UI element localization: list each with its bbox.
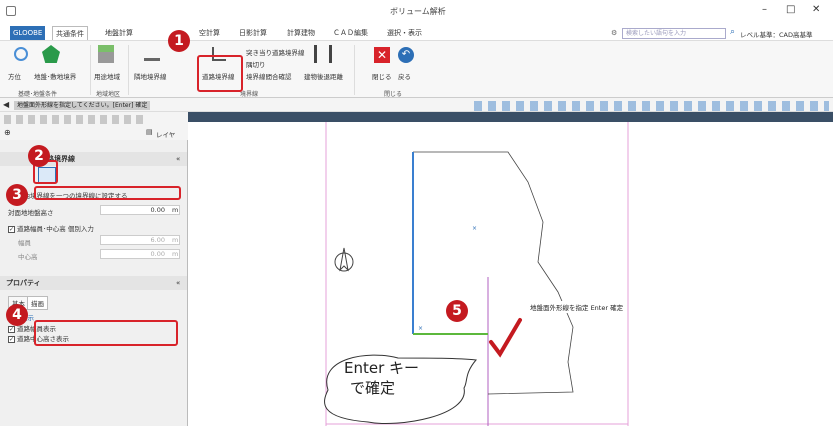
opposite-height-label: 対面地地盤高さ	[8, 209, 54, 217]
vertex-marker: ×	[418, 325, 423, 332]
usage-zone-button[interactable]: 用途地域	[94, 71, 120, 81]
usage-zone-icon	[98, 45, 114, 63]
road-width-checkbox[interactable]: ✓	[8, 325, 15, 333]
direction-button[interactable]: 方位	[8, 71, 21, 81]
step-2-badge: 2	[28, 145, 50, 167]
maximize-button[interactable]: □	[786, 4, 795, 15]
back-arrow-icon[interactable]: ◀	[3, 100, 9, 109]
snap-icon[interactable]: ⊕	[4, 128, 11, 137]
opposite-height-field[interactable]: 0.00	[100, 205, 180, 215]
callout-line1: Enter キー	[344, 359, 420, 377]
drawing-svg: × ×	[324, 122, 629, 426]
compass-icon	[14, 47, 28, 61]
adjacent-boundary-icon	[144, 49, 160, 61]
tab-select-view[interactable]: 選択・表示	[384, 26, 425, 40]
highlight-display-options	[34, 320, 178, 346]
center-height-field[interactable]: 0.00	[100, 249, 180, 259]
adjacent-boundary-button[interactable]: 隣地境界線	[134, 71, 167, 81]
tab-sky-calc[interactable]: 空計算	[196, 26, 223, 40]
left-pane: 道路境界線 « ✓曲曲境界線を一つの境界線に設定する 対面地地盤高さ 0.00 …	[0, 140, 188, 426]
setback-distance-button[interactable]: 建物後退距離	[304, 71, 343, 81]
step-1-badge: 1	[168, 30, 190, 52]
edit-toolbar: ⊕ ▤ レイヤ	[0, 112, 188, 140]
highlight-curve-option	[34, 186, 181, 200]
ground-boundary-button[interactable]: 地盤･敷地境界	[34, 71, 76, 81]
view-toolbar	[474, 101, 829, 111]
tab-cad-edit[interactable]: ＣＡＤ編集	[330, 26, 371, 40]
group-base-label: 基礎･地盤条件	[18, 91, 58, 98]
boundary-check-button[interactable]: 境界線間合確認	[246, 71, 292, 81]
tab-gloobe[interactable]: GLOOBE	[10, 26, 46, 40]
corner-cut-button[interactable]: 隅切り	[246, 59, 266, 69]
help-icon[interactable]: ⚙	[611, 29, 617, 37]
width-unit: m	[172, 236, 179, 244]
level-label: レベル基準：CAD高基準	[740, 31, 813, 39]
individual-checkbox[interactable]: ✓	[8, 225, 15, 233]
width-label: 幅員	[18, 239, 31, 247]
search-icon[interactable]: ⌕	[730, 27, 735, 37]
ground-pentagon-icon	[42, 45, 60, 63]
ground-outline	[413, 151, 574, 395]
individual-option-label: 道路幅員･中心高 個別入力	[17, 225, 94, 233]
layer-label[interactable]: レイヤ	[156, 129, 175, 139]
app-logo-icon	[6, 6, 16, 16]
center-height-label: 中心高	[18, 253, 38, 261]
edit-tools-icon[interactable]	[4, 115, 144, 124]
step-3-badge: 3	[6, 184, 28, 206]
dead-end-road-button[interactable]: 突き当り道路境界線	[246, 47, 305, 57]
search-input[interactable]: 検索したい語句を入力	[622, 28, 726, 39]
close-window-button[interactable]: ✕	[812, 4, 820, 15]
minimize-button[interactable]: –	[762, 4, 767, 15]
checkmark-icon	[489, 318, 522, 358]
command-prompt: 地盤面外形線を指定してください。[Enter] 確定	[14, 101, 151, 110]
close-icon: ✕	[374, 47, 390, 63]
close-button[interactable]: 閉じる	[372, 71, 392, 81]
window-title: ボリューム解析	[390, 7, 446, 16]
ribbon: 方位 地盤･敷地境界 用途地域 隣地境界線 道路境界線 突き当り道路境界線 隅切…	[0, 40, 833, 98]
north-arrow-icon	[334, 247, 354, 272]
group-zone-label: 地域地区	[96, 91, 121, 98]
back-icon: ↶	[398, 47, 414, 63]
callout-text: Enter キー で確定	[344, 358, 419, 398]
tab-draw[interactable]: 描画	[27, 296, 48, 310]
highlight-road-button	[197, 55, 243, 92]
properties-collapse-icon[interactable]: «	[176, 279, 180, 287]
tab-common[interactable]: 共通条件	[52, 26, 88, 40]
center-unit: m	[172, 250, 179, 258]
properties-header: プロパティ	[0, 276, 187, 290]
back-button[interactable]: 戻る	[398, 71, 411, 81]
canvas-hint: 地盤面外形線を指定 Enter 確定	[528, 301, 626, 313]
layer-icon[interactable]: ▤	[146, 128, 153, 136]
width-field[interactable]: 6.00	[100, 235, 180, 245]
road-center-checkbox[interactable]: ✓	[8, 335, 15, 343]
opposite-unit: m	[172, 206, 179, 214]
group-close-label: 閉じる	[384, 91, 403, 98]
individual-input-option[interactable]: ✓ 道路幅員･中心高 個別入力	[8, 223, 94, 233]
group-boundary-label: 境界線	[240, 91, 259, 98]
title-bar: ボリューム解析 – □ ✕	[0, 0, 833, 26]
callout-line2: で確定	[350, 379, 396, 397]
tab-calc-building[interactable]: 計算建物	[284, 26, 318, 40]
step-4-badge: 4	[6, 304, 28, 326]
center-marker: ×	[472, 225, 477, 232]
tab-ground-calc[interactable]: 地盤計算	[102, 26, 136, 40]
collapse-icon[interactable]: «	[176, 155, 180, 163]
step-5-badge: 5	[446, 300, 468, 322]
tab-shadow-calc[interactable]: 日影計算	[236, 26, 270, 40]
setback-icon	[314, 45, 332, 63]
